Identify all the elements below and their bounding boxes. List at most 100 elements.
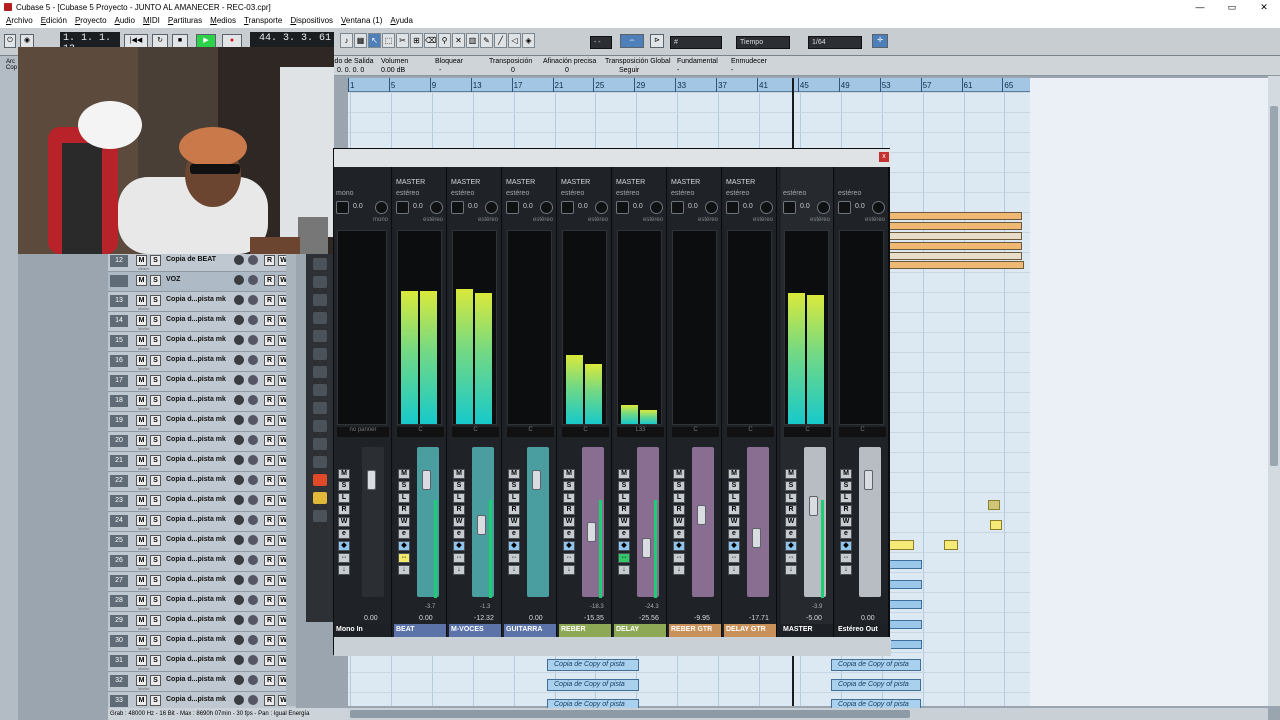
read-automation-button[interactable]: R: [728, 505, 740, 515]
mute-button[interactable]: M: [136, 675, 147, 686]
split-tool-icon[interactable]: ✂: [396, 33, 409, 48]
input-gain-value[interactable]: 0.0: [743, 203, 753, 210]
tool-icon[interactable]: [313, 456, 327, 468]
output-routing[interactable]: MASTER: [616, 179, 645, 186]
monitor-icon[interactable]: [248, 275, 258, 285]
solo-button[interactable]: S: [150, 275, 161, 286]
track-name[interactable]: Copia d...pista mk: [166, 456, 226, 463]
record-enable-icon[interactable]: [234, 655, 244, 665]
info-value-fundamental[interactable]: -: [677, 67, 679, 74]
sends-button[interactable]: ↓: [785, 565, 797, 575]
menu-audio[interactable]: Audio: [115, 14, 143, 28]
track-header[interactable]: 31 M S Copia d...pista mk R Widiollut: [108, 652, 296, 672]
solo-button[interactable]: S: [150, 695, 161, 706]
phase-button[interactable]: [396, 201, 409, 214]
read-automation-button[interactable]: R: [264, 675, 275, 686]
mute-button[interactable]: M: [136, 655, 147, 666]
read-automation-button[interactable]: R: [264, 295, 275, 306]
fader-value[interactable]: -9.95: [694, 615, 710, 622]
arrow-tool-icon[interactable]: ↖: [368, 33, 381, 48]
pencil-tool-icon[interactable]: ✎: [480, 33, 493, 48]
scroll-thumb[interactable]: [350, 710, 910, 718]
tool-icon[interactable]: [313, 366, 327, 378]
monitor-icon[interactable]: [248, 395, 258, 405]
mixer-titlebar[interactable]: x: [334, 149, 891, 167]
solo-button[interactable]: S: [728, 481, 740, 491]
volume-fader[interactable]: [864, 470, 873, 490]
record-enable-icon[interactable]: [234, 635, 244, 645]
read-automation-button[interactable]: R: [264, 615, 275, 626]
track-header[interactable]: 25 M S Copia d...pista mk R Widiollut: [108, 532, 296, 552]
channel-name[interactable]: M-VOCES: [449, 624, 501, 637]
marker-icon[interactable]: [313, 474, 327, 486]
pan-display[interactable]: C: [784, 427, 831, 437]
pan-display[interactable]: C: [562, 427, 609, 437]
fader-value[interactable]: -5.00: [806, 615, 822, 622]
mute-button[interactable]: M: [136, 455, 147, 466]
track-name[interactable]: Copia d...pista mk: [166, 296, 226, 303]
write-automation-button[interactable]: W: [508, 517, 520, 527]
range-tool-icon[interactable]: ⬚: [382, 33, 395, 48]
tool-icon[interactable]: [313, 438, 327, 450]
record-enable-icon[interactable]: [234, 455, 244, 465]
listen-button[interactable]: L: [563, 493, 575, 503]
record-enable-icon[interactable]: [234, 575, 244, 585]
input-gain-value[interactable]: 0.0: [688, 203, 698, 210]
zoom-tool-icon[interactable]: ⚲: [438, 33, 451, 48]
maximize-button[interactable]: ▭: [1216, 0, 1248, 14]
output-routing[interactable]: MASTER: [561, 179, 590, 186]
fader-track[interactable]: [747, 447, 769, 597]
play-tool-icon[interactable]: ◁: [508, 33, 521, 48]
solo-button[interactable]: S: [150, 295, 161, 306]
track-header[interactable]: 14 M S Copia d...pista mk R Widiollut: [108, 312, 296, 332]
info-value-salida[interactable]: 0. 0. 0. 0: [337, 67, 364, 74]
record-enable-icon[interactable]: [234, 415, 244, 425]
track-header[interactable]: 28 M S Copia d...pista mk R Widiollut: [108, 592, 296, 612]
mute-button[interactable]: M: [136, 535, 147, 546]
listen-button[interactable]: L: [618, 493, 630, 503]
listen-button[interactable]: L: [398, 493, 410, 503]
play-button[interactable]: ▶: [196, 34, 216, 48]
pan-display[interactable]: C: [452, 427, 499, 437]
monitor-icon[interactable]: [248, 475, 258, 485]
volume-fader[interactable]: [752, 528, 761, 548]
output-routing[interactable]: MASTER: [726, 179, 755, 186]
audio-part[interactable]: [888, 600, 922, 609]
eq-button[interactable]: ⇔: [453, 553, 465, 563]
autoscroll-icon[interactable]: ⊳: [650, 34, 664, 48]
read-automation-button[interactable]: R: [264, 535, 275, 546]
channel-name[interactable]: REBER GTR: [669, 624, 721, 637]
pan-display[interactable]: C: [397, 427, 444, 437]
write-automation-button[interactable]: W: [338, 517, 350, 527]
write-automation-button[interactable]: W: [673, 517, 685, 527]
track-name[interactable]: Copia d...pista mk: [166, 636, 226, 643]
cycle-button[interactable]: ↻: [152, 34, 168, 48]
track-header[interactable]: 26 M S Copia d...pista mk R Widiollut: [108, 552, 296, 572]
solo-button[interactable]: S: [398, 481, 410, 491]
solo-button[interactable]: S: [150, 655, 161, 666]
solo-button[interactable]: S: [150, 575, 161, 586]
midi-part[interactable]: [988, 500, 1000, 510]
volume-fader[interactable]: [532, 470, 541, 490]
menu-edicion[interactable]: Edición: [41, 14, 75, 28]
menu-ventana[interactable]: Ventana (1): [341, 14, 390, 28]
channel-name[interactable]: GUITARRA: [504, 624, 556, 637]
record-enable-icon[interactable]: [234, 515, 244, 525]
vertical-scrollbar[interactable]: [1268, 76, 1280, 706]
listen-button[interactable]: L: [453, 493, 465, 503]
output-routing[interactable]: MASTER: [671, 179, 700, 186]
monitor-icon[interactable]: [248, 295, 258, 305]
listen-button[interactable]: L: [840, 493, 852, 503]
read-automation-button[interactable]: R: [264, 495, 275, 506]
sends-button[interactable]: ↓: [338, 565, 350, 575]
track-header[interactable]: 23 M S Copia d...pista mk R Widiollut: [108, 492, 296, 512]
insert-bypass-button[interactable]: ◆: [840, 541, 852, 551]
read-automation-button[interactable]: R: [264, 355, 275, 366]
monitor-icon[interactable]: [248, 455, 258, 465]
eraser-tool-icon[interactable]: ⌫: [424, 33, 437, 48]
monitor-icon[interactable]: [248, 255, 258, 265]
tool-icon[interactable]: [313, 384, 327, 396]
record-enable-icon[interactable]: [234, 475, 244, 485]
mute-button[interactable]: M: [136, 515, 147, 526]
read-automation-button[interactable]: R: [338, 505, 350, 515]
